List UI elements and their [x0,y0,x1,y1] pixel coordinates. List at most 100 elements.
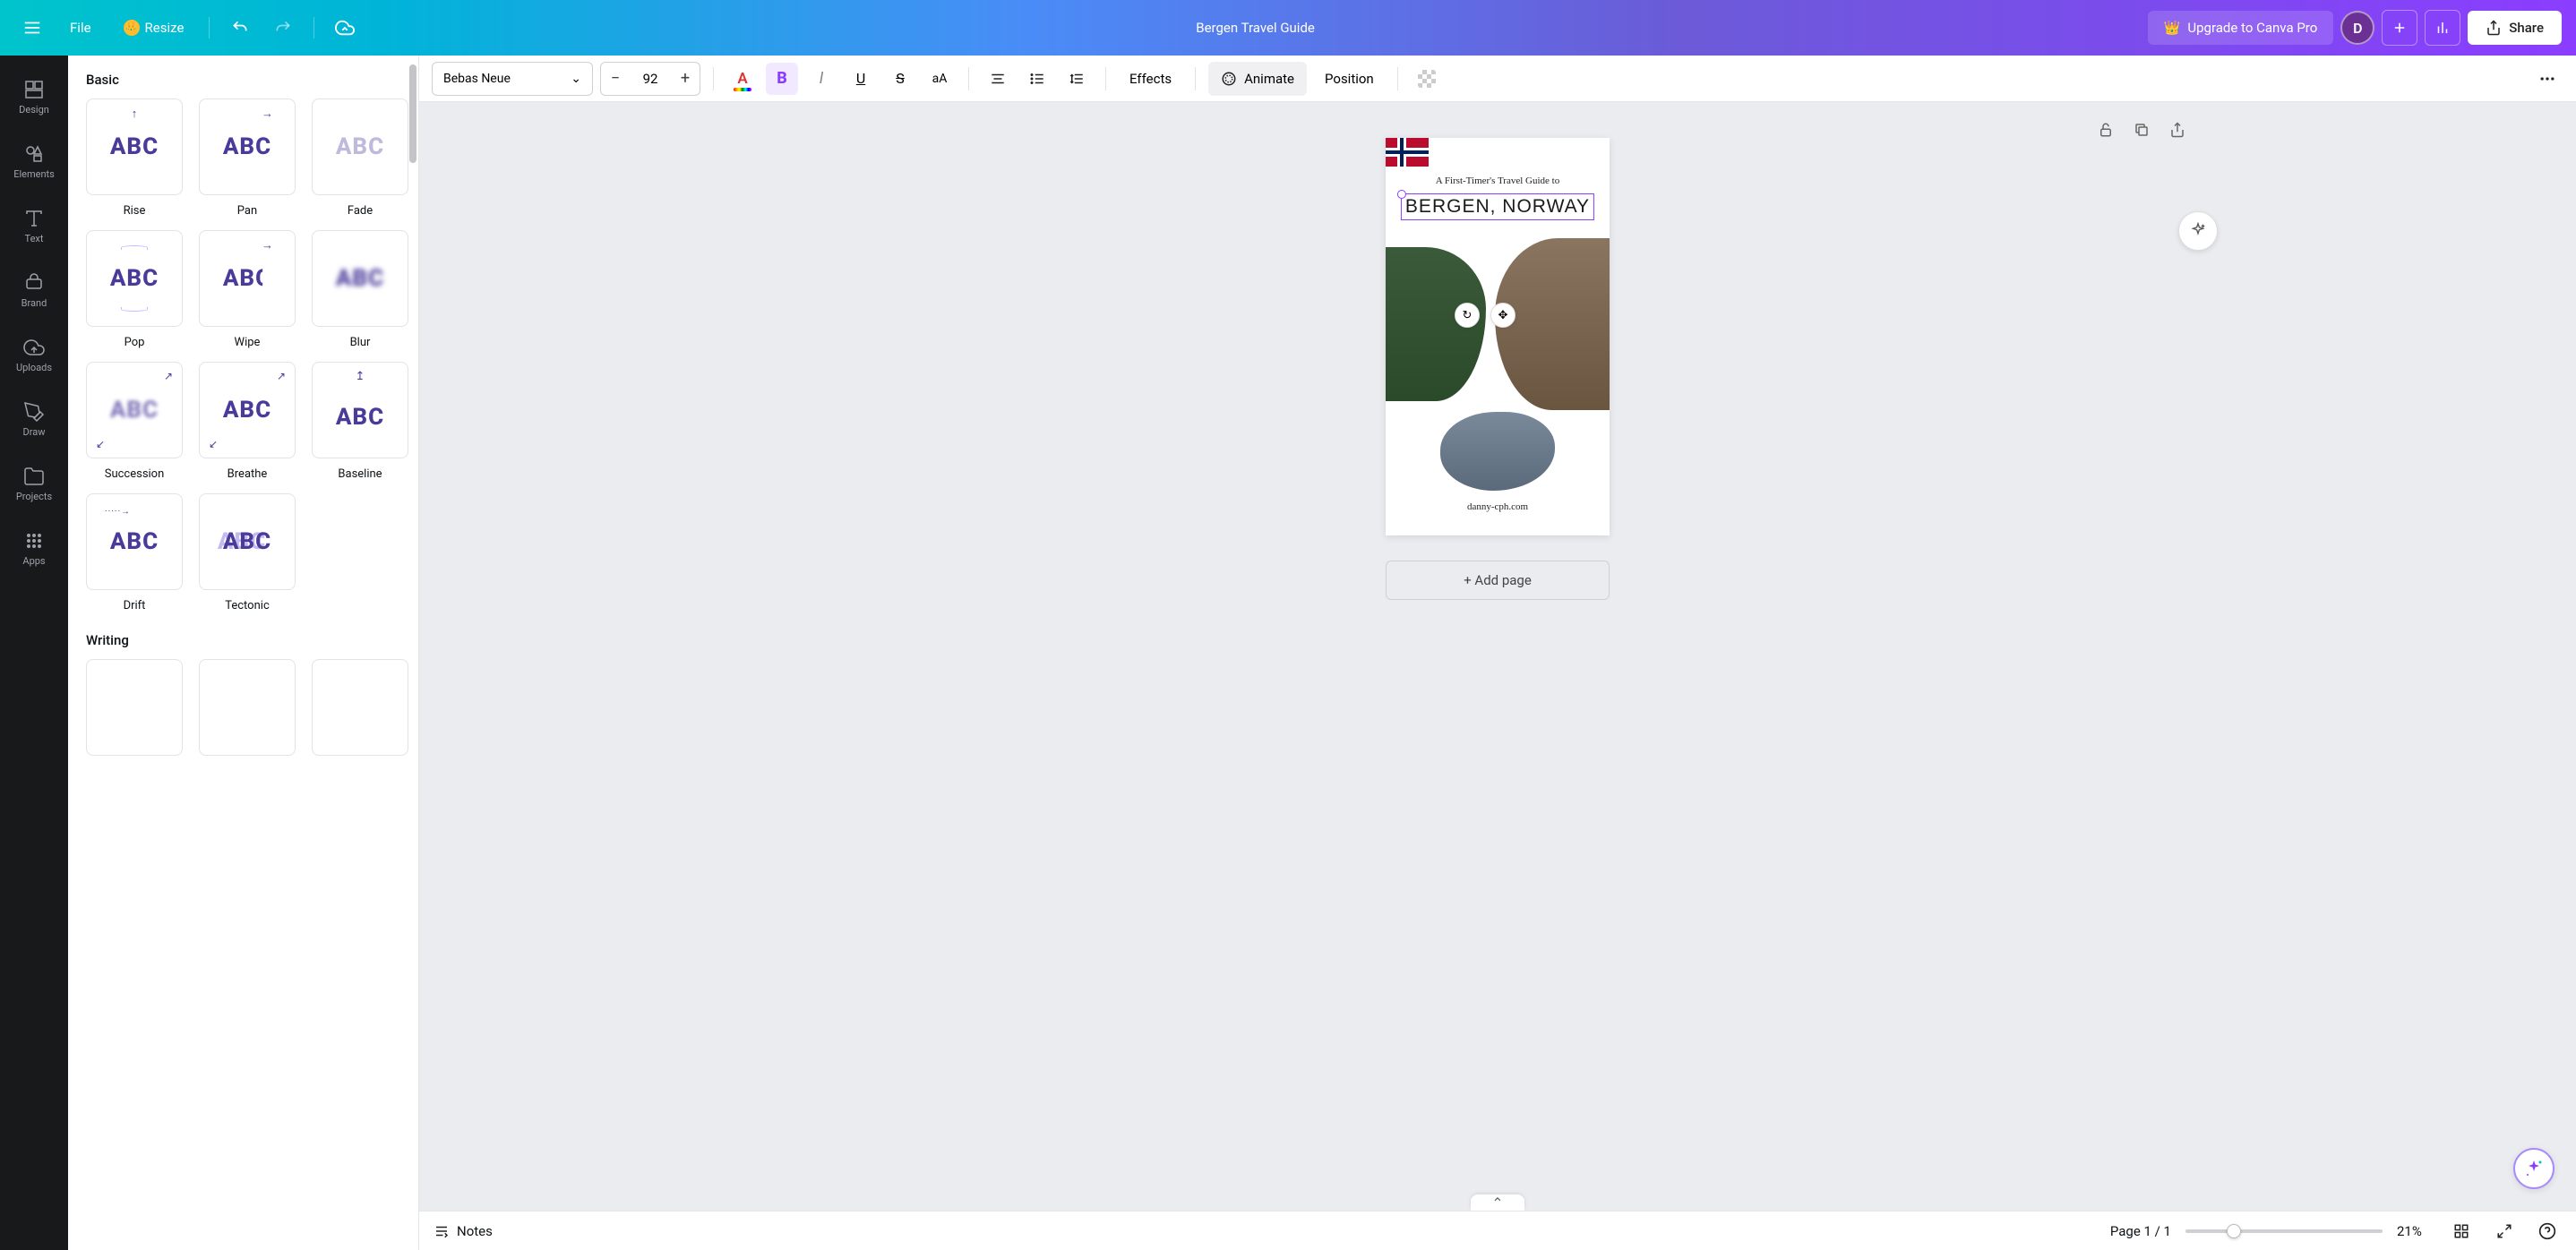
strikethrough-button[interactable]: S [884,63,916,95]
resize-button[interactable]: 👑 Resize [111,13,197,43]
cloud-sync-icon[interactable] [327,10,363,46]
zoom-slider[interactable] [2185,1229,2383,1233]
animation-blur[interactable]: ABC Blur [312,230,408,349]
lock-button[interactable] [2092,116,2119,143]
move-button[interactable]: ✥ [1490,303,1516,328]
animate-button[interactable]: Animate [1208,62,1307,96]
abc-preview: ABC [223,265,271,292]
animation-wipe[interactable]: → ABC Wipe [199,230,296,349]
ai-assistant-button[interactable] [2513,1148,2555,1189]
animation-drift[interactable]: ·····→ ABC Drift [86,493,183,612]
expand-pages-button[interactable]: ⌃ [1471,1194,1524,1211]
canvas-area[interactable]: A First-Timer's Travel Guide to BERGEN, … [419,102,2576,1211]
add-collaborator-button[interactable] [2382,10,2417,46]
analytics-button[interactable] [2425,10,2460,46]
nav-label: Text [25,233,44,244]
divider [209,17,210,39]
app-header: File 👑 Resize Bergen Travel Guide 👑 Upgr… [0,0,2576,56]
nav-apps[interactable]: Apps [4,518,64,578]
nav-draw[interactable]: Draw [4,389,64,449]
nav-projects[interactable]: Projects [4,453,64,514]
nav-design[interactable]: Design [4,66,64,127]
transparency-button[interactable] [1411,63,1443,95]
rotate-button[interactable]: ↻ [1455,303,1480,328]
scrollbar[interactable] [409,56,416,1250]
upgrade-button[interactable]: 👑 Upgrade to Canva Pro [2148,11,2334,45]
help-button[interactable] [2533,1217,2562,1246]
animation-succession[interactable]: ↗ ABC ↙ Succession [86,362,183,481]
nav-label: Apps [22,555,45,567]
animation-label: Rise [124,204,146,218]
notes-button[interactable]: Notes [434,1223,493,1239]
user-avatar[interactable]: D [2340,11,2374,45]
text-case-button[interactable]: aA [923,63,956,95]
scrollbar-thumb[interactable] [409,64,416,163]
divider [313,17,314,39]
fullscreen-button[interactable] [2490,1217,2519,1246]
spacing-button[interactable] [1060,63,1093,95]
undo-button[interactable] [222,10,258,46]
title-selection-box[interactable]: BERGEN, NORWAY [1401,193,1594,220]
share-button[interactable]: Share [2468,11,2562,45]
animation-baseline[interactable]: ↥ ABC Baseline [312,362,408,481]
arrow-right-icon: → [262,238,273,253]
duplicate-button[interactable] [2128,116,2155,143]
bold-button[interactable]: B [766,63,798,95]
website-text[interactable]: danny-cph.com [1386,501,1610,512]
title-text[interactable]: BERGEN, NORWAY [1405,196,1590,218]
animation-label: Blur [350,336,371,349]
file-menu-button[interactable]: File [57,13,104,43]
animation-writing-2[interactable] [199,659,296,756]
divider [1397,67,1398,90]
canvas-page[interactable]: A First-Timer's Travel Guide to BERGEN, … [1386,138,1610,535]
animation-pan[interactable]: → ABC Pan [199,98,296,218]
more-button[interactable] [2531,63,2563,95]
position-button[interactable]: Position [1314,62,1385,96]
animation-label: Fade [348,204,373,218]
document-title[interactable]: Bergen Travel Guide [1196,20,1315,36]
animation-label: Pan [237,204,257,218]
export-page-button[interactable] [2164,116,2191,143]
editor-area: Bebas Neue ⌄ − + A B I U S aA [419,56,2576,1250]
animation-writing-3[interactable] [312,659,408,756]
effects-button[interactable]: Effects [1119,62,1182,96]
animation-tectonic[interactable]: ABC ABC Tectonic [199,493,296,612]
page-counter[interactable]: Page 1 / 1 [2110,1223,2171,1239]
resize-handle[interactable] [1397,190,1406,199]
font-size-decrease[interactable]: − [601,63,630,95]
subtitle-text[interactable]: A First-Timer's Travel Guide to [1386,176,1610,186]
bottom-bar: Notes Page 1 / 1 21% [419,1211,2576,1250]
nav-label: Draw [23,426,46,438]
animation-panel: Basic ↑ ABC Rise → ABC Pan A [68,56,419,1250]
text-color-button[interactable]: A [726,63,759,95]
image-blob-3[interactable] [1440,412,1555,491]
nav-uploads[interactable]: Uploads [4,324,64,385]
abc-preview: ABC [223,528,271,555]
list-button[interactable] [1021,63,1053,95]
animation-breathe[interactable]: ↗ ABC ↙ Breathe [199,362,296,481]
underline-button[interactable]: U [845,63,877,95]
font-size-input[interactable] [630,71,671,87]
animation-rise[interactable]: ↑ ABC Rise [86,98,183,218]
zoom-slider-thumb[interactable] [2227,1224,2241,1238]
alignment-button[interactable] [982,63,1014,95]
main-menu-button[interactable] [14,10,50,46]
nav-elements[interactable]: Elements [4,131,64,192]
animation-label: Tectonic [225,599,270,612]
font-size-increase[interactable]: + [671,63,700,95]
arrow-ne-icon: ↗ [277,370,286,382]
add-page-button[interactable]: + Add page [1386,561,1610,600]
grid-view-button[interactable] [2447,1217,2476,1246]
magic-button[interactable] [2178,211,2218,251]
italic-button[interactable]: I [805,63,837,95]
arrow-sw-icon: ↙ [96,438,105,450]
text-toolbar: Bebas Neue ⌄ − + A B I U S aA [419,56,2576,102]
animation-writing-1[interactable] [86,659,183,756]
animation-pop[interactable]: ABC Pop [86,230,183,349]
nav-text[interactable]: Text [4,195,64,256]
redo-button[interactable] [265,10,301,46]
font-family-select[interactable]: Bebas Neue ⌄ [432,62,593,96]
nav-brand[interactable]: Brand [4,260,64,321]
animation-fade[interactable]: ABC Fade [312,98,408,218]
zoom-percent[interactable]: 21% [2397,1223,2433,1239]
